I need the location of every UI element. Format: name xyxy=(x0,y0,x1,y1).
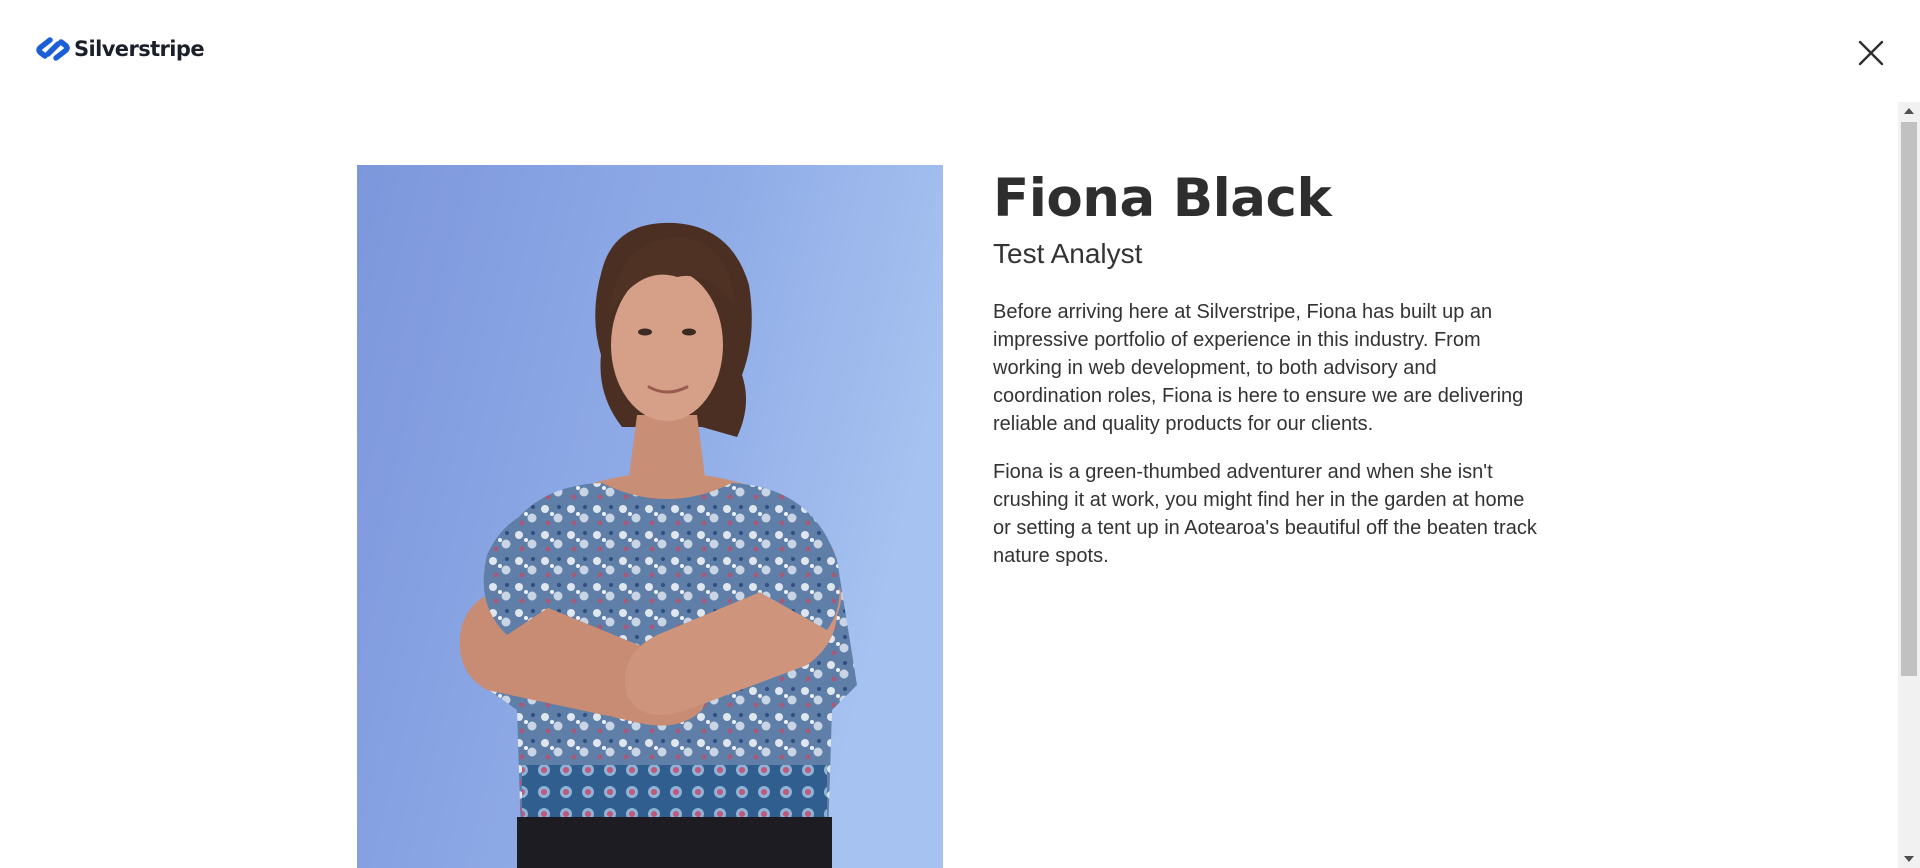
scroll-up-button[interactable] xyxy=(1898,102,1920,120)
portrait-illustration xyxy=(357,165,943,868)
close-button[interactable] xyxy=(1855,37,1887,69)
profile-bio-paragraph: Before arriving here at Silverstripe, Fi… xyxy=(993,301,1524,435)
silverstripe-logo-icon xyxy=(36,37,70,61)
profile-details: Fiona Black Test Analyst Before arriving… xyxy=(993,168,1553,570)
profile-bio-paragraph: Fiona is a green-thumbed adventurer and … xyxy=(993,461,1537,567)
profile-name: Fiona Black xyxy=(993,168,1332,229)
scroll-up-icon xyxy=(1904,108,1914,114)
scrollbar-thumb[interactable] xyxy=(1901,122,1917,676)
scroll-down-icon xyxy=(1904,856,1914,862)
profile-role: Test Analyst xyxy=(993,238,1143,269)
vertical-scrollbar[interactable] xyxy=(1898,102,1920,868)
logo-text: Silverstripe xyxy=(74,37,205,61)
close-icon xyxy=(1858,40,1884,66)
team-member-modal: Silverstripe Fiona Black Test Analyst Be… xyxy=(0,0,1920,868)
silverstripe-logo[interactable]: Silverstripe xyxy=(36,34,205,64)
scroll-down-button[interactable] xyxy=(1898,850,1920,868)
profile-photo xyxy=(357,165,943,868)
